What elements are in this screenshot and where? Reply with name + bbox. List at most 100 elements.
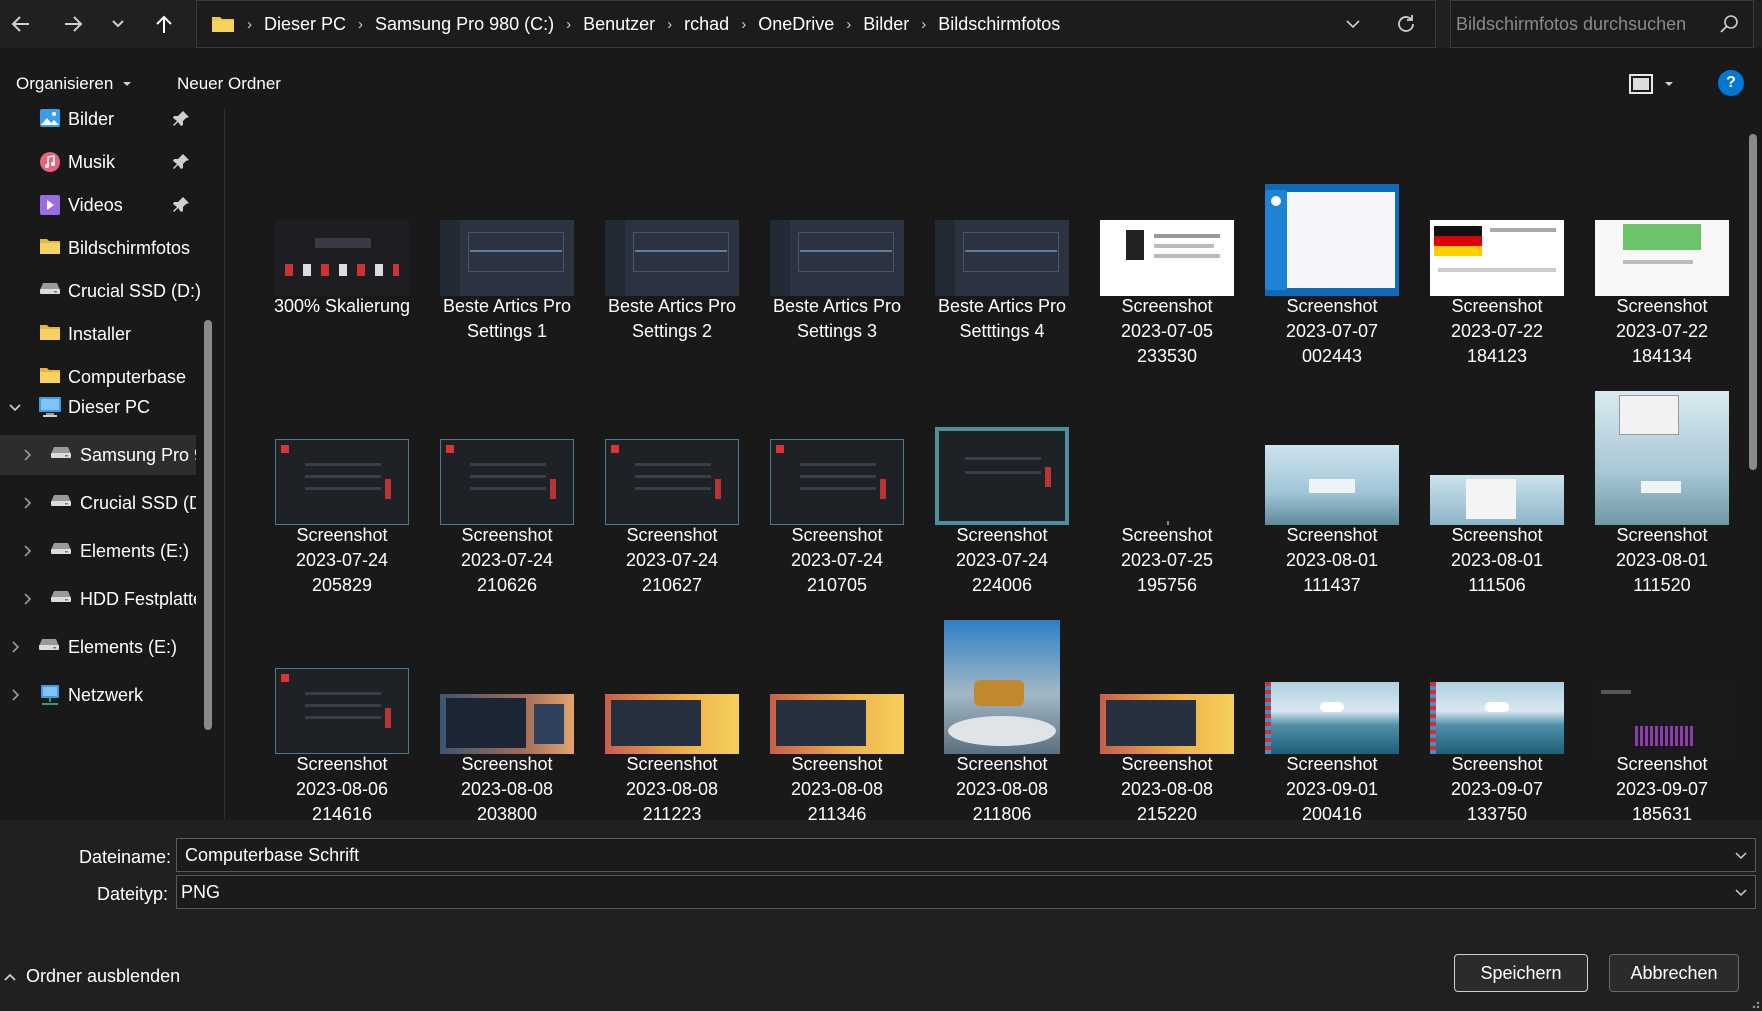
file-item[interactable]: Beste Artics Pro Setttings 4	[920, 144, 1084, 372]
sidebar-item-videos[interactable]: Videos	[0, 185, 200, 225]
refresh-button[interactable]	[1377, 1, 1435, 47]
file-item[interactable]: Screenshot 2023-07-24 210705	[755, 373, 919, 601]
file-name-line: 2023-07-24	[955, 550, 1049, 570]
chevron-right-icon[interactable]	[8, 688, 22, 702]
file-name-line: Setttings 4	[959, 321, 1045, 341]
breadcrumb-item[interactable]: OneDrive	[758, 14, 834, 35]
search-icon[interactable]	[1719, 14, 1739, 34]
file-name-line: Screenshot	[296, 754, 388, 774]
breadcrumb-separator-icon[interactable]: ›	[846, 16, 851, 33]
file-name-line: Screenshot	[956, 525, 1048, 545]
file-name-line: Screenshot	[1121, 525, 1213, 545]
sidebar-item-bildschirmfotos[interactable]: Bildschirmfotos	[0, 228, 200, 268]
file-item[interactable]: Screenshot 2023-07-05 233530	[1085, 144, 1249, 372]
breadcrumb-separator-icon[interactable]: ›	[566, 16, 571, 33]
file-item[interactable]: Beste Artics Pro Settings 3	[755, 144, 919, 372]
tree-item-elements-e[interactable]: Elements (E:)	[0, 627, 196, 667]
chevron-right-icon[interactable]	[20, 592, 34, 606]
file-item[interactable]: Screenshot 2023-07-25 195756	[1085, 373, 1249, 601]
thumbnail-container	[1250, 602, 1414, 754]
sidebar-item-crucial-ssd-d[interactable]: Crucial SSD (D:)	[0, 271, 201, 311]
tree-item-dieser-pc[interactable]: Dieser PC	[0, 387, 196, 427]
tree-item-netzwerk[interactable]: Netzwerk	[0, 675, 196, 715]
breadcrumb-item[interactable]: Dieser PC	[264, 14, 346, 35]
file-item[interactable]: Screenshot 2023-07-22 184123	[1415, 144, 1579, 372]
file-item[interactable]: Screenshot 2023-09-01 200416	[1250, 602, 1414, 830]
hide-folders-toggle[interactable]: Ordner ausblenden	[2, 966, 180, 987]
breadcrumb-separator-icon[interactable]: ›	[247, 16, 252, 33]
recent-locations-button[interactable]	[100, 6, 136, 42]
breadcrumb-item[interactable]: Bilder	[863, 14, 909, 35]
tree-item-samsung-pro-980-c[interactable]: Samsung Pro 980 (C:)	[0, 435, 196, 475]
sidebar-scrollbar[interactable]	[204, 320, 212, 730]
file-item[interactable]: Screenshot 2023-09-07 133750	[1415, 602, 1579, 830]
file-item[interactable]: Screenshot 2023-08-08 211806	[920, 602, 1084, 830]
breadcrumb-item[interactable]: rchad	[684, 14, 729, 35]
up-button[interactable]	[146, 6, 182, 42]
search-box[interactable]	[1450, 0, 1754, 48]
sidebar-item-installer[interactable]: Installer	[0, 314, 200, 354]
file-item[interactable]: Screenshot 2023-08-08 203800	[425, 602, 589, 830]
organize-menu[interactable]: Organisieren	[16, 74, 132, 94]
help-button[interactable]: ?	[1718, 70, 1744, 96]
file-item[interactable]: Beste Artics Pro Settings 2	[590, 144, 754, 372]
breadcrumb-separator-icon[interactable]: ›	[358, 16, 363, 33]
file-item[interactable]: 300% Skalierung	[260, 144, 424, 372]
chevron-right-icon[interactable]	[8, 640, 22, 654]
file-item[interactable]: Screenshot 2023-08-08 215220	[1085, 602, 1249, 830]
resize-grip-icon[interactable]	[1748, 997, 1760, 1009]
file-item[interactable]: Screenshot 2023-07-07 002443	[1250, 144, 1414, 372]
pin-icon[interactable]	[172, 196, 190, 214]
tree-item-label: Crucial SSD (D:)	[80, 493, 196, 513]
chevron-right-icon[interactable]	[20, 496, 34, 510]
file-item[interactable]: Screenshot 2023-08-01 111506	[1415, 373, 1579, 601]
file-item[interactable]: Screenshot 2023-08-01 111437	[1250, 373, 1414, 601]
view-options-button[interactable]	[1628, 70, 1688, 98]
breadcrumb-item[interactable]: Samsung Pro 980 (C:)	[375, 14, 554, 35]
thumbnail-container	[1250, 373, 1414, 525]
file-item[interactable]: Screenshot 2023-09-07 185631	[1580, 602, 1744, 830]
pin-icon[interactable]	[172, 110, 190, 128]
pin-icon[interactable]	[172, 153, 190, 171]
search-input[interactable]	[1451, 1, 1711, 47]
filename-field[interactable]: Computerbase Schrift	[176, 838, 1756, 872]
tree-item-elements-e[interactable]: Elements (E:)	[0, 531, 196, 571]
breadcrumb-separator-icon[interactable]: ›	[667, 16, 672, 33]
breadcrumb-separator-icon[interactable]: ›	[921, 16, 926, 33]
file-view-scrollbar[interactable]	[1749, 134, 1757, 470]
cancel-button[interactable]: Abbrechen	[1609, 954, 1739, 992]
file-name-line: Screenshot	[1286, 296, 1378, 316]
chevron-down-icon[interactable]	[1733, 885, 1749, 901]
back-button[interactable]	[3, 6, 39, 42]
address-history-button[interactable]	[1329, 1, 1377, 47]
address-field[interactable]: › Dieser PC › Samsung Pro 980 (C:) › Benutzer…	[196, 0, 1436, 48]
sidebar-item-musik[interactable]: Musik	[0, 142, 200, 182]
file-item[interactable]: Screenshot 2023-07-22 184134	[1580, 144, 1744, 372]
forward-button[interactable]	[55, 6, 91, 42]
file-item[interactable]: Screenshot 2023-07-24 210627	[590, 373, 754, 601]
chevron-right-icon[interactable]	[20, 544, 34, 558]
file-name-line: Screenshot	[461, 525, 553, 545]
tree-item-hdd-festplatte[interactable]: HDD Festplatte	[0, 579, 196, 619]
breadcrumb-item[interactable]: Benutzer	[583, 14, 655, 35]
chevron-right-icon[interactable]	[20, 448, 34, 462]
file-item[interactable]: Screenshot 2023-08-01 111520	[1580, 373, 1744, 601]
file-item[interactable]: Screenshot 2023-08-08 211223	[590, 602, 754, 830]
file-item[interactable]: Screenshot 2023-07-24 210626	[425, 373, 589, 601]
tree-item-crucial-ssd-d[interactable]: Crucial SSD (D:)	[0, 483, 196, 523]
file-item[interactable]: Screenshot 2023-07-24 224006	[920, 373, 1084, 601]
filetype-select[interactable]: PNG	[176, 875, 1756, 909]
chevron-down-icon[interactable]	[8, 401, 22, 415]
file-name: Screenshot 2023-08-08 215220	[1085, 752, 1249, 827]
file-item[interactable]: Screenshot 2023-08-06 214616	[260, 602, 424, 830]
file-item[interactable]: Screenshot 2023-07-24 205829	[260, 373, 424, 601]
breadcrumb-item[interactable]: Bildschirmfotos	[938, 14, 1060, 35]
file-name-line: 300% Skalierung	[273, 296, 411, 316]
sidebar-item-bilder[interactable]: Bilder	[0, 99, 200, 139]
file-item[interactable]: Beste Artics Pro Settings 1	[425, 144, 589, 372]
file-item[interactable]: Screenshot 2023-08-08 211346	[755, 602, 919, 830]
chevron-down-icon[interactable]	[1733, 848, 1749, 864]
save-button[interactable]: Speichern	[1454, 954, 1588, 992]
breadcrumb-separator-icon[interactable]: ›	[741, 16, 746, 33]
new-folder-button[interactable]: Neuer Ordner	[177, 74, 281, 94]
